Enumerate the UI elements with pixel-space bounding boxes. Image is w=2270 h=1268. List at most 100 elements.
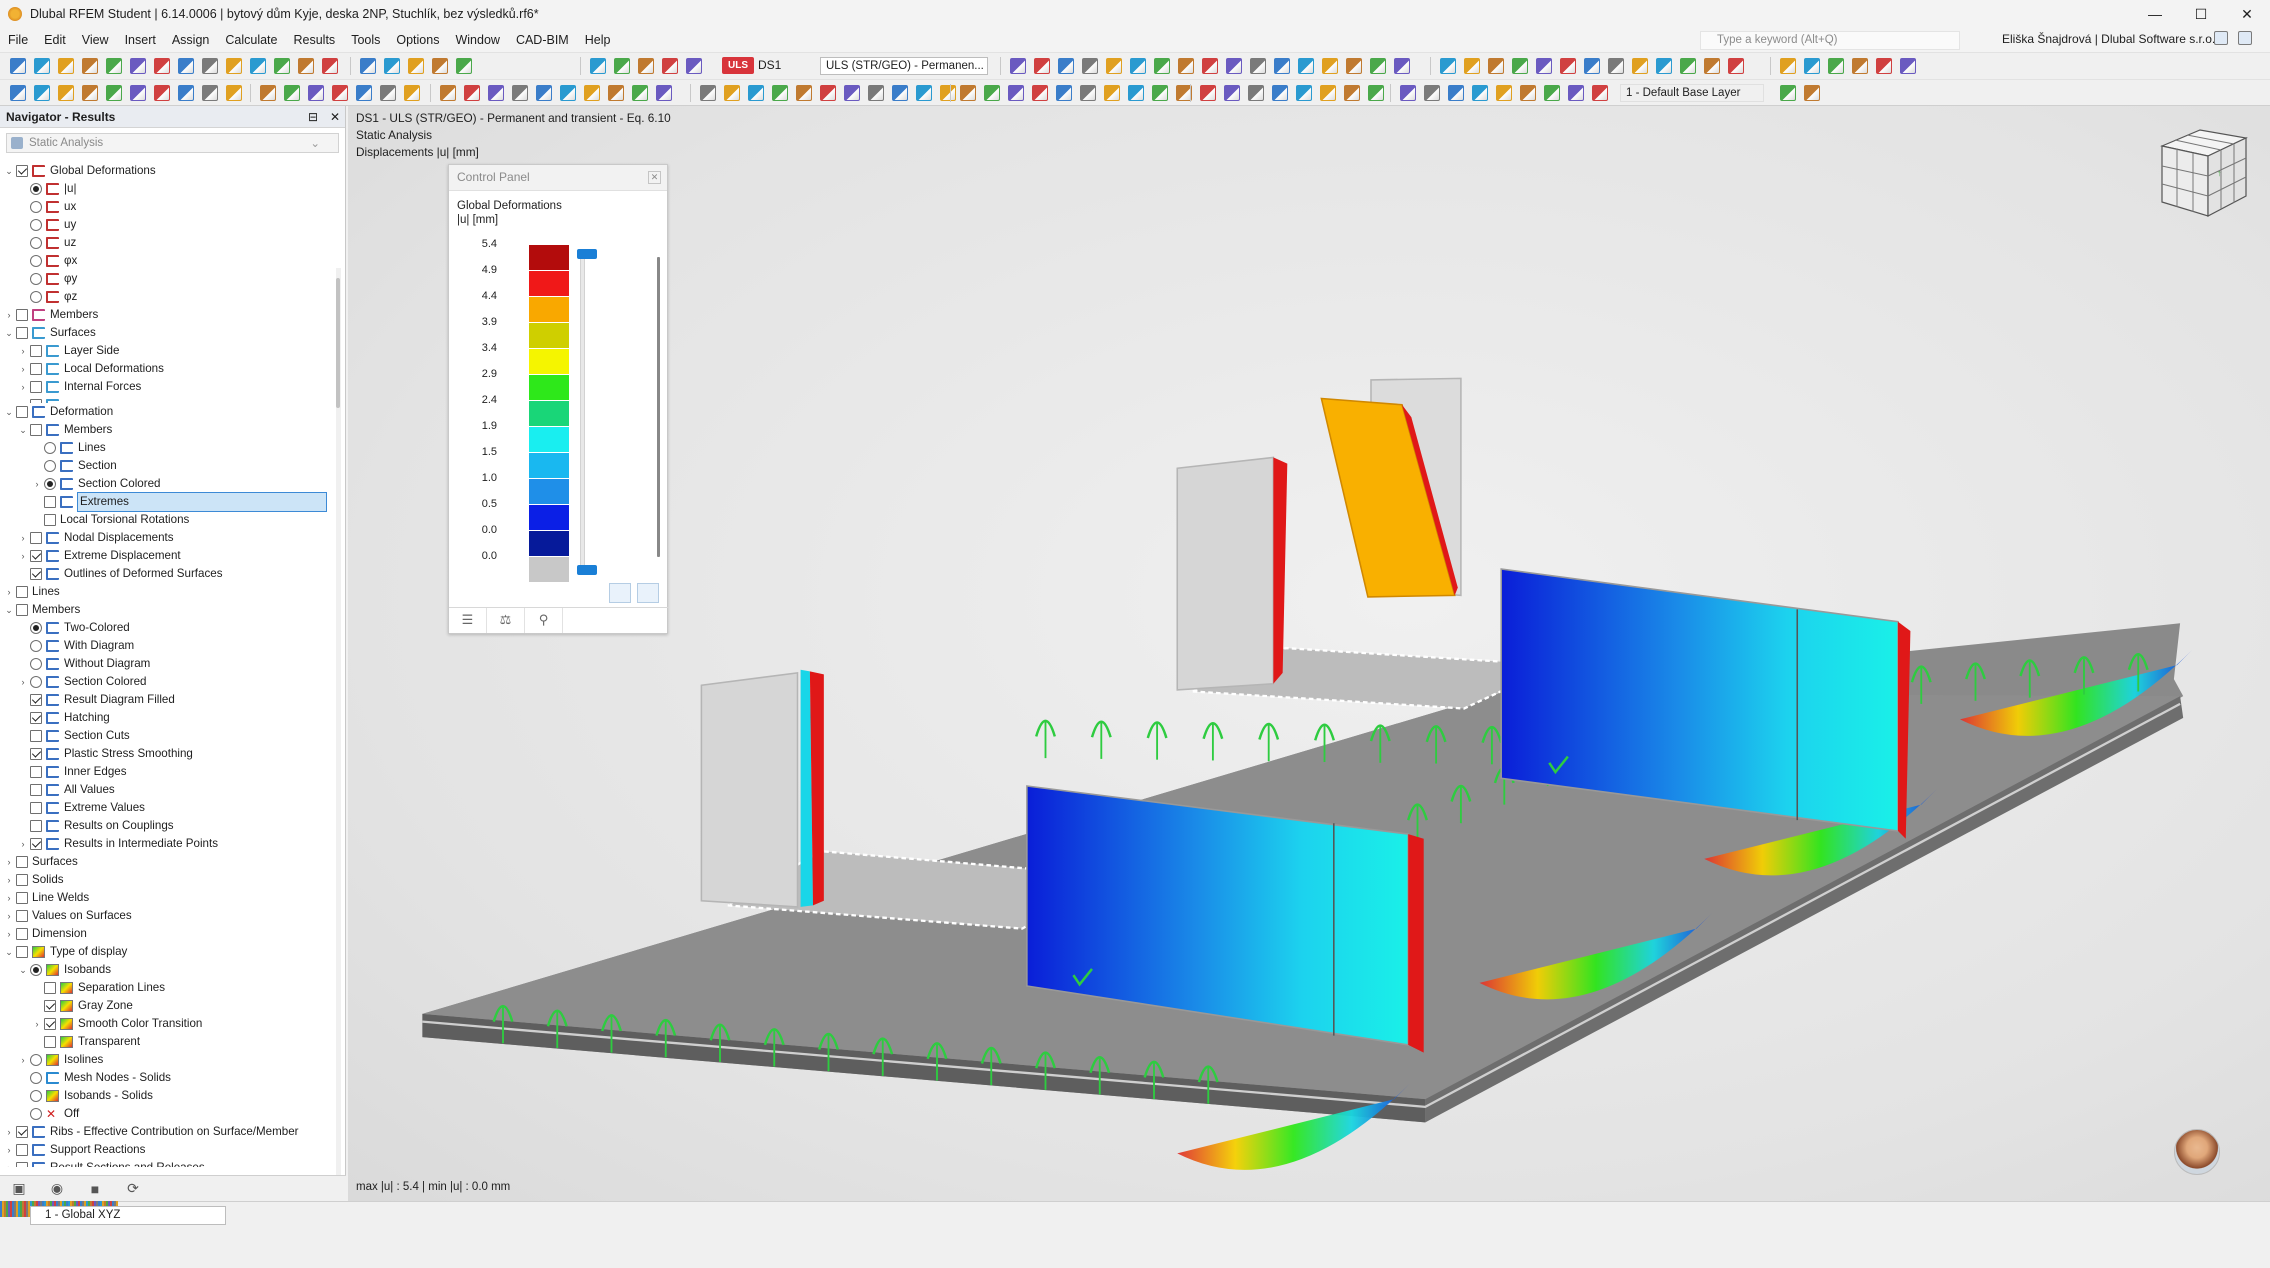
tree-item[interactable]: › Extreme Displacement	[0, 547, 338, 565]
tree-checkbox[interactable]	[30, 802, 42, 814]
menu-options[interactable]: Options	[388, 33, 447, 47]
tree-radio[interactable]	[30, 658, 42, 670]
slider-max-handle[interactable]	[577, 249, 597, 259]
tree-radio[interactable]	[30, 964, 42, 976]
tree-item[interactable]: › Surfaces	[0, 853, 338, 871]
toolbar-icon[interactable]	[1058, 58, 1074, 74]
toolbar-icon[interactable]	[1656, 58, 1672, 74]
tree-item[interactable]: Mesh Nodes - Solids	[0, 1069, 338, 1087]
tree-item[interactable]: › Layer Side	[0, 342, 338, 360]
tree-radio[interactable]	[30, 1108, 42, 1120]
maximize-button[interactable]: ☐	[2178, 0, 2224, 28]
toolbar-icon[interactable]	[260, 85, 276, 101]
toolbar-icon[interactable]	[984, 85, 1000, 101]
toolbar-icon[interactable]	[1568, 85, 1584, 101]
tree-item[interactable]: Gray Zone	[0, 997, 338, 1015]
chevron-right-icon[interactable]: ›	[18, 547, 28, 565]
toolbar-icon[interactable]	[298, 58, 314, 74]
toolbar-icon[interactable]	[440, 85, 456, 101]
tree-checkbox[interactable]	[16, 892, 28, 904]
design-situation-label[interactable]: DS1	[758, 58, 781, 72]
control-panel-scrollbar[interactable]	[657, 257, 660, 557]
tree-item[interactable]: ⌄ Members	[0, 421, 338, 439]
tree-item[interactable]: ⌄ Isobands	[0, 961, 338, 979]
tree-item[interactable]: Plastic Stress Smoothing	[0, 745, 338, 763]
tree-item[interactable]: ⌄ Global Deformations	[0, 162, 338, 180]
tree-checkbox[interactable]	[16, 856, 28, 868]
window-restore-icon[interactable]	[2238, 31, 2252, 45]
toolbar-icon[interactable]	[512, 85, 528, 101]
toolbar-icon[interactable]	[608, 85, 624, 101]
tree-checkbox[interactable]	[30, 730, 42, 742]
tree-item[interactable]: › Lines	[0, 583, 338, 601]
toolbar-icon[interactable]	[1464, 58, 1480, 74]
chevron-down-icon[interactable]: ⌄	[18, 421, 28, 439]
chevron-right-icon[interactable]: ›	[4, 907, 14, 925]
toolbar-icon[interactable]	[820, 85, 836, 101]
menu-edit[interactable]: Edit	[36, 33, 74, 47]
tree-item[interactable]: Without Diagram	[0, 655, 338, 673]
toolbar-icon[interactable]	[1272, 85, 1288, 101]
tree-checkbox[interactable]	[30, 424, 42, 436]
toolbar-icon[interactable]	[10, 85, 26, 101]
tree-item[interactable]: ›	[0, 396, 338, 403]
tree-radio[interactable]	[30, 255, 42, 267]
chevron-right-icon[interactable]: ›	[4, 871, 14, 889]
toolbar-icon[interactable]	[960, 85, 976, 101]
chevron-right-icon[interactable]: ›	[32, 475, 42, 493]
toolbar-icon[interactable]	[1010, 58, 1026, 74]
toolbar-icon[interactable]	[844, 85, 860, 101]
toolbar-icon[interactable]	[1034, 58, 1050, 74]
tree-item[interactable]: › Results in Intermediate Points	[0, 835, 338, 853]
window-tile-icon[interactable]	[2214, 31, 2228, 45]
toolbar-icon[interactable]	[1368, 85, 1384, 101]
tree-checkbox[interactable]	[44, 1018, 56, 1030]
range-slider[interactable]	[580, 253, 585, 571]
chevron-right-icon[interactable]: ›	[4, 853, 14, 871]
tree-checkbox[interactable]	[16, 946, 28, 958]
tree-item[interactable]: › Section Colored	[0, 673, 338, 691]
tree-radio[interactable]	[44, 442, 56, 454]
toolbar-icon[interactable]	[1780, 58, 1796, 74]
tree-checkbox[interactable]	[30, 712, 42, 724]
view-cube[interactable]: ↑	[2152, 128, 2252, 220]
toolbar-icon[interactable]	[202, 85, 218, 101]
toolbar-icon[interactable]	[1082, 58, 1098, 74]
toolbar-icon[interactable]	[1804, 85, 1820, 101]
toolbar-icon[interactable]	[1828, 58, 1844, 74]
navigator-close-icon[interactable]: ✕	[330, 110, 340, 124]
tree-checkbox[interactable]	[44, 514, 56, 526]
tree-checkbox[interactable]	[30, 532, 42, 544]
tree-item[interactable]: Results on Couplings	[0, 817, 338, 835]
toolbar-icon[interactable]	[590, 58, 606, 74]
toolbar-icon[interactable]	[34, 85, 50, 101]
toolbar-icon[interactable]	[1632, 58, 1648, 74]
chevron-right-icon[interactable]: ›	[18, 1051, 28, 1069]
tree-radio[interactable]	[30, 201, 42, 213]
tree-checkbox[interactable]	[30, 568, 42, 580]
toolbar-icon[interactable]	[656, 85, 672, 101]
minimize-button[interactable]: —	[2132, 0, 2178, 28]
tree-radio[interactable]	[44, 460, 56, 472]
toolbar-icon[interactable]	[1780, 85, 1796, 101]
toolbar-icon[interactable]	[632, 85, 648, 101]
tree-item[interactable]: All Values	[0, 781, 338, 799]
menu-assign[interactable]: Assign	[164, 33, 218, 47]
toolbar-icon[interactable]	[178, 85, 194, 101]
toolbar-icon[interactable]	[360, 58, 376, 74]
toolbar-icon[interactable]	[1250, 58, 1266, 74]
tree-checkbox[interactable]	[44, 496, 56, 508]
toolbar-icon[interactable]	[322, 58, 338, 74]
tree-item[interactable]: › Values on Surfaces	[0, 907, 338, 925]
tree-item[interactable]: › Smooth Color Transition	[0, 1015, 338, 1033]
toolbar-icon[interactable]	[1544, 85, 1560, 101]
tab-factors-icon[interactable]: ⚖	[487, 608, 525, 633]
toolbar-icon[interactable]	[1296, 85, 1312, 101]
toolbar-icon[interactable]	[226, 85, 242, 101]
tree-radio[interactable]	[30, 676, 42, 688]
menu-cadbim[interactable]: CAD-BIM	[508, 33, 577, 47]
tree-radio[interactable]	[30, 291, 42, 303]
tree-item[interactable]: φz	[0, 288, 338, 306]
toolbar-icon[interactable]	[1298, 58, 1314, 74]
toolbar-icon[interactable]	[58, 58, 74, 74]
